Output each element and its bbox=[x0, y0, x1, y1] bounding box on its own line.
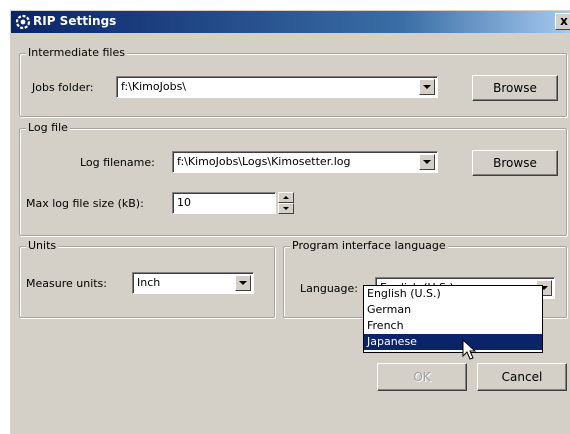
language-dropdown-list: English (U.S.) German French Japanese bbox=[363, 285, 543, 353]
log-filename-label: Log filename: bbox=[80, 156, 155, 169]
spin-up-icon[interactable] bbox=[278, 192, 294, 203]
chevron-down-icon[interactable] bbox=[419, 79, 435, 95]
language-option-german[interactable]: German bbox=[364, 302, 542, 318]
measure-units-value: Inch bbox=[137, 276, 161, 289]
log-filename-select[interactable]: f:\KimoJobs\Logs\Kimosetter.log bbox=[172, 151, 438, 173]
language-legend: Program interface language bbox=[290, 239, 448, 252]
units-group: Units Measure units: Inch bbox=[19, 239, 275, 318]
log-file-group: Log file Log filename: f:\KimoJobs\Logs\… bbox=[19, 121, 567, 236]
units-legend: Units bbox=[26, 239, 59, 252]
language-option-english[interactable]: English (U.S.) bbox=[364, 286, 542, 302]
language-option-japanese[interactable]: Japanese bbox=[364, 334, 542, 350]
spin-down-icon[interactable] bbox=[278, 203, 294, 214]
measure-units-label: Measure units: bbox=[26, 277, 107, 290]
window-title: RIP Settings bbox=[33, 14, 117, 28]
chevron-down-icon[interactable] bbox=[419, 154, 435, 170]
rip-settings-window: RIP Settings x Intermediate files Jobs f… bbox=[10, 10, 570, 434]
intermediate-files-group: Intermediate files Jobs folder: f:\KimoJ… bbox=[19, 46, 567, 117]
log-browse-button[interactable]: Browse bbox=[472, 150, 558, 176]
jobs-browse-button[interactable]: Browse bbox=[472, 75, 558, 101]
log-file-legend: Log file bbox=[26, 121, 70, 134]
language-label: Language: bbox=[300, 282, 358, 295]
ok-button[interactable]: OK bbox=[377, 363, 467, 391]
jobs-folder-value: f:\KimoJobs\ bbox=[121, 80, 187, 93]
cancel-button[interactable]: Cancel bbox=[477, 363, 567, 391]
gear-icon bbox=[15, 14, 31, 30]
intermediate-files-legend: Intermediate files bbox=[26, 46, 127, 59]
measure-units-select[interactable]: Inch bbox=[132, 272, 254, 294]
jobs-folder-select[interactable]: f:\KimoJobs\ bbox=[116, 76, 438, 98]
max-log-size-spinner[interactable] bbox=[278, 192, 294, 214]
title-bar: RIP Settings x bbox=[11, 11, 570, 33]
max-log-size-input[interactable]: 10 bbox=[172, 192, 276, 214]
log-filename-value: f:\KimoJobs\Logs\Kimosetter.log bbox=[177, 155, 351, 168]
mouse-pointer-icon bbox=[462, 338, 477, 360]
language-option-french[interactable]: French bbox=[364, 318, 542, 334]
chevron-down-icon[interactable] bbox=[235, 275, 251, 291]
jobs-folder-label: Jobs folder: bbox=[32, 81, 94, 94]
max-log-size-label: Max log file size (kB): bbox=[26, 197, 144, 210]
close-button[interactable]: x bbox=[555, 13, 570, 30]
